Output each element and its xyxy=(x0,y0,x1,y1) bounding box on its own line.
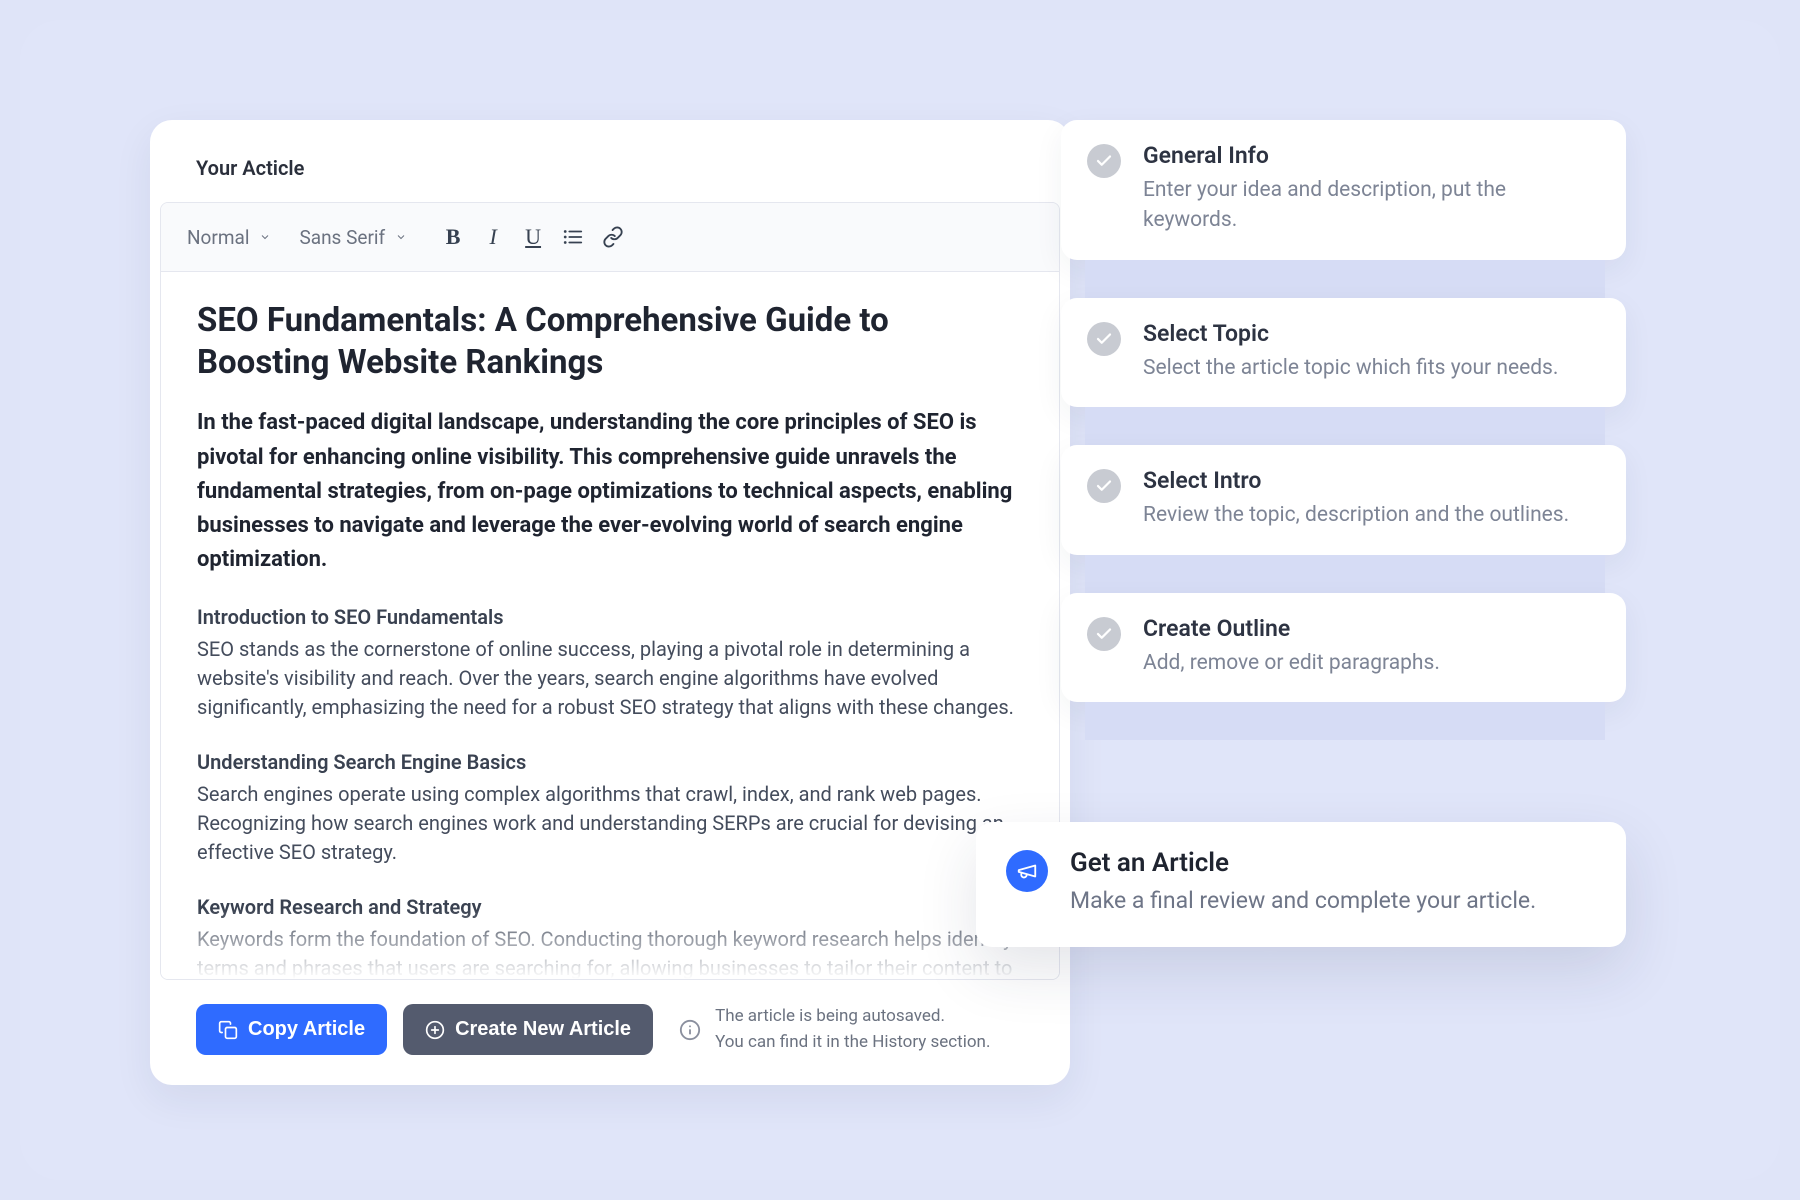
step-title: General Info xyxy=(1143,142,1596,169)
bullet-list-button[interactable] xyxy=(553,219,593,255)
article-section: Keyword Research and Strategy Keywords f… xyxy=(197,895,1023,979)
plus-circle-icon xyxy=(425,1020,445,1040)
article-body[interactable]: SEO Fundamentals: A Comprehensive Guide … xyxy=(161,272,1059,979)
text-style-select[interactable]: Normal xyxy=(173,220,285,255)
step-select-intro[interactable]: Select Intro Review the topic, descripti… xyxy=(1061,445,1626,554)
italic-icon: I xyxy=(489,224,496,250)
article-title: SEO Fundamentals: A Comprehensive Guide … xyxy=(197,300,1023,384)
step-desc: Enter your idea and description, put the… xyxy=(1143,175,1596,236)
create-new-article-button[interactable]: Create New Article xyxy=(403,1004,653,1055)
section-body: Search engines operate using complex alg… xyxy=(197,780,1023,867)
megaphone-icon xyxy=(1006,850,1048,892)
app-frame: Your Acticle Normal Sans Serif B I U xyxy=(20,20,1780,1180)
autosave-notice: The article is being autosaved. You can … xyxy=(679,1004,990,1055)
step-select-topic[interactable]: Select Topic Select the article topic wh… xyxy=(1061,298,1626,407)
step-title: Create Outline xyxy=(1143,615,1440,642)
step-get-article[interactable]: Get an Article Make a final review and c… xyxy=(976,822,1626,947)
underline-button[interactable]: U xyxy=(513,219,553,255)
chevron-down-icon xyxy=(395,231,407,243)
article-section: Introduction to SEO Fundamentals SEO sta… xyxy=(197,605,1023,722)
step-desc: Add, remove or edit paragraphs. xyxy=(1143,648,1440,678)
step-connector xyxy=(1085,407,1605,445)
chevron-down-icon xyxy=(259,231,271,243)
step-desc: Review the topic, description and the ou… xyxy=(1143,500,1569,530)
bold-button[interactable]: B xyxy=(433,219,473,255)
step-general-info[interactable]: General Info Enter your idea and descrip… xyxy=(1061,120,1626,260)
step-desc: Select the article topic which fits your… xyxy=(1143,353,1558,383)
step-connector xyxy=(1085,555,1605,593)
step-connector xyxy=(1085,702,1605,740)
step-connector xyxy=(1085,260,1605,298)
font-family-select[interactable]: Sans Serif xyxy=(285,220,421,255)
check-icon xyxy=(1087,144,1121,178)
step-title: Select Intro xyxy=(1143,467,1569,494)
autosave-text: The article is being autosaved. You can … xyxy=(715,1004,990,1055)
copy-icon xyxy=(218,1020,238,1040)
text-style-value: Normal xyxy=(187,226,249,249)
link-button[interactable] xyxy=(593,219,633,255)
section-heading: Keyword Research and Strategy xyxy=(197,895,1023,919)
check-icon xyxy=(1087,617,1121,651)
step-desc: Make a final review and complete your ar… xyxy=(1070,884,1536,917)
bold-icon: B xyxy=(446,224,461,250)
step-title: Select Topic xyxy=(1143,320,1558,347)
info-icon xyxy=(679,1019,701,1041)
font-family-value: Sans Serif xyxy=(299,226,385,249)
section-body: SEO stands as the cornerstone of online … xyxy=(197,635,1023,722)
step-create-outline[interactable]: Create Outline Add, remove or edit parag… xyxy=(1061,593,1626,702)
check-icon xyxy=(1087,322,1121,356)
copy-article-label: Copy Article xyxy=(248,1018,365,1041)
editor-toolbar: Normal Sans Serif B I U xyxy=(161,203,1059,272)
copy-article-button[interactable]: Copy Article xyxy=(196,1004,387,1055)
section-heading: Understanding Search Engine Basics xyxy=(197,750,1023,774)
editor-footer: Copy Article Create New Article The arti… xyxy=(150,980,1070,1085)
link-icon xyxy=(602,226,624,248)
create-new-label: Create New Article xyxy=(455,1018,631,1041)
italic-button[interactable]: I xyxy=(473,219,513,255)
section-heading: Introduction to SEO Fundamentals xyxy=(197,605,1023,629)
list-icon xyxy=(562,226,584,248)
underline-icon: U xyxy=(525,224,541,250)
check-icon xyxy=(1087,469,1121,503)
article-lead: In the fast-paced digital landscape, und… xyxy=(197,406,1023,576)
steps-column: General Info Enter your idea and descrip… xyxy=(1061,120,1626,740)
section-body: Keywords form the foundation of SEO. Con… xyxy=(197,925,1023,979)
editor-card: Your Acticle Normal Sans Serif B I U xyxy=(150,120,1070,1085)
editor-box: Normal Sans Serif B I U xyxy=(160,202,1060,980)
article-section: Understanding Search Engine Basics Searc… xyxy=(197,750,1023,867)
step-title: Get an Article xyxy=(1070,848,1536,878)
editor-label: Your Acticle xyxy=(150,156,1070,202)
